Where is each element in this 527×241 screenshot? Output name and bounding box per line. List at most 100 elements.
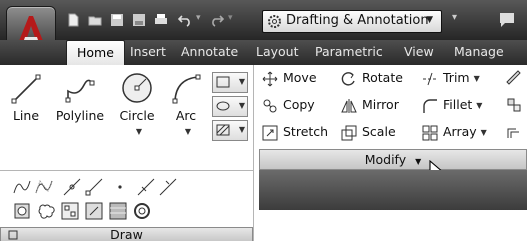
- arc-dropdown-icon[interactable]: ▼: [185, 127, 191, 136]
- autocad-window: ▾ ▾ Drafting & Annotation ▼ ▾ Home Inser…: [0, 0, 527, 241]
- array-label: Array: [443, 124, 477, 139]
- copy-button[interactable]: Copy: [262, 97, 315, 114]
- ellipse-flyout[interactable]: ▼: [212, 96, 248, 117]
- trim-icon: [423, 72, 437, 85]
- copy-label: Copy: [283, 97, 315, 112]
- tab-home[interactable]: Home: [66, 40, 125, 65]
- chevron-down-icon: ▼: [415, 157, 422, 166]
- scale-label: Scale: [362, 124, 396, 139]
- draw-panel-title[interactable]: Draw: [0, 227, 253, 241]
- rotate-button[interactable]: Rotate: [341, 70, 403, 87]
- construction-line-icon[interactable]: [62, 177, 82, 197]
- move-icon: [262, 71, 278, 86]
- chevron-down-icon: ▼: [238, 77, 245, 86]
- trim-label: Trim: [443, 70, 470, 85]
- line-button[interactable]: Line: [8, 73, 44, 123]
- polyline-label: Polyline: [55, 108, 105, 123]
- erase-icon[interactable]: [505, 69, 523, 87]
- redo-dropdown-icon[interactable]: ▾: [228, 13, 233, 23]
- undo-icon[interactable]: [178, 13, 192, 27]
- plot-icon[interactable]: [154, 13, 168, 27]
- tab-view[interactable]: View: [404, 44, 434, 59]
- save-icon[interactable]: [110, 13, 124, 27]
- move-button[interactable]: Move: [262, 70, 317, 87]
- hatch-flyout[interactable]: ▼: [212, 120, 248, 141]
- circle-dropdown-icon[interactable]: ▼: [136, 127, 142, 136]
- revision-cloud-icon[interactable]: [36, 201, 56, 221]
- polyline-icon: [65, 79, 95, 103]
- workspace-name: Drafting & Annotation: [286, 13, 429, 28]
- gear-icon: [268, 15, 281, 28]
- redo-icon[interactable]: [210, 13, 224, 27]
- save-as-icon[interactable]: [132, 13, 146, 27]
- ribbon-tab-bar: Home Insert Annotate Layout Parametric V…: [0, 40, 527, 65]
- array-icon: [422, 125, 438, 140]
- tab-manage[interactable]: Manage: [454, 44, 504, 59]
- infocenter-icon[interactable]: [497, 10, 517, 30]
- measure-icon[interactable]: [158, 177, 178, 197]
- chevron-down-icon: ▼: [238, 125, 245, 134]
- ellipse-icon: [216, 101, 230, 111]
- hatch-icon: [216, 124, 230, 136]
- polyline-button[interactable]: Polyline: [54, 73, 106, 123]
- scale-icon: [341, 125, 357, 140]
- fillet-icon: [423, 98, 437, 113]
- array-dropdown-icon[interactable]: ▼: [481, 128, 487, 137]
- scale-button[interactable]: Scale: [341, 124, 396, 141]
- mirror-label: Mirror: [362, 97, 399, 112]
- workspace-switcher[interactable]: Drafting & Annotation ▼: [262, 10, 442, 33]
- move-label: Move: [283, 70, 317, 85]
- gradient-icon[interactable]: [108, 201, 128, 221]
- customize-qat-icon[interactable]: ▾: [452, 12, 457, 23]
- mirror-button[interactable]: Mirror: [341, 97, 399, 114]
- modify-title-label: Modify: [364, 152, 407, 167]
- offset-icon[interactable]: [505, 123, 523, 141]
- boundary-icon[interactable]: [84, 201, 104, 221]
- fillet-dropdown-icon[interactable]: ▼: [476, 101, 482, 110]
- chevron-down-icon: ▼: [426, 15, 433, 25]
- circle-label: Circle: [119, 108, 155, 123]
- region-icon[interactable]: [12, 201, 32, 221]
- rotate-label: Rotate: [362, 70, 403, 85]
- line-icon: [11, 74, 41, 104]
- tab-layout[interactable]: Layout: [256, 44, 299, 59]
- rotate-icon: [341, 71, 355, 86]
- wipeout-icon[interactable]: [60, 201, 80, 221]
- circle-button[interactable]: Circle ▼: [116, 71, 158, 138]
- undo-dropdown-icon[interactable]: ▾: [196, 13, 201, 23]
- stretch-label: Stretch: [283, 124, 329, 139]
- divide-icon[interactable]: [136, 177, 156, 197]
- trim-button[interactable]: Trim ▼: [422, 70, 480, 87]
- pin-icon[interactable]: [7, 229, 19, 241]
- ray-icon[interactable]: [84, 177, 104, 197]
- arc-button[interactable]: Arc ▼: [168, 73, 204, 138]
- stretch-button[interactable]: Stretch: [262, 124, 328, 141]
- fillet-button[interactable]: Fillet ▼: [422, 97, 482, 114]
- spline-fit-icon[interactable]: [12, 177, 32, 197]
- copy-icon: [263, 99, 277, 112]
- draw-title-label: Draw: [110, 227, 143, 241]
- mirror-icon: [341, 98, 357, 113]
- explode-icon[interactable]: [505, 96, 523, 114]
- array-button[interactable]: Array ▼: [422, 124, 487, 141]
- chevron-down-icon: ▼: [238, 101, 245, 110]
- open-icon[interactable]: [88, 13, 102, 27]
- tab-insert[interactable]: Insert: [130, 44, 166, 59]
- trim-dropdown-icon[interactable]: ▼: [474, 74, 480, 83]
- point-icon[interactable]: [110, 177, 130, 197]
- new-icon[interactable]: [66, 13, 80, 27]
- tab-parametric[interactable]: Parametric: [315, 44, 383, 59]
- panel-divider: [0, 170, 253, 171]
- stretch-icon: [262, 125, 278, 140]
- donut-icon[interactable]: [132, 201, 152, 221]
- rectangle-icon: [216, 76, 230, 88]
- arc-icon: [172, 74, 201, 104]
- tab-annotate[interactable]: Annotate: [181, 44, 238, 59]
- drawing-area-header: [259, 170, 527, 210]
- fillet-label: Fillet: [443, 97, 473, 112]
- quick-access-toolbar: ▾ ▾ Drafting & Annotation ▼ ▾: [0, 0, 527, 56]
- spline-cv-icon[interactable]: [34, 177, 54, 197]
- arc-label: Arc: [175, 108, 197, 123]
- rectangle-flyout[interactable]: ▼: [212, 72, 248, 93]
- modify-panel-title[interactable]: Modify ▼: [259, 149, 527, 170]
